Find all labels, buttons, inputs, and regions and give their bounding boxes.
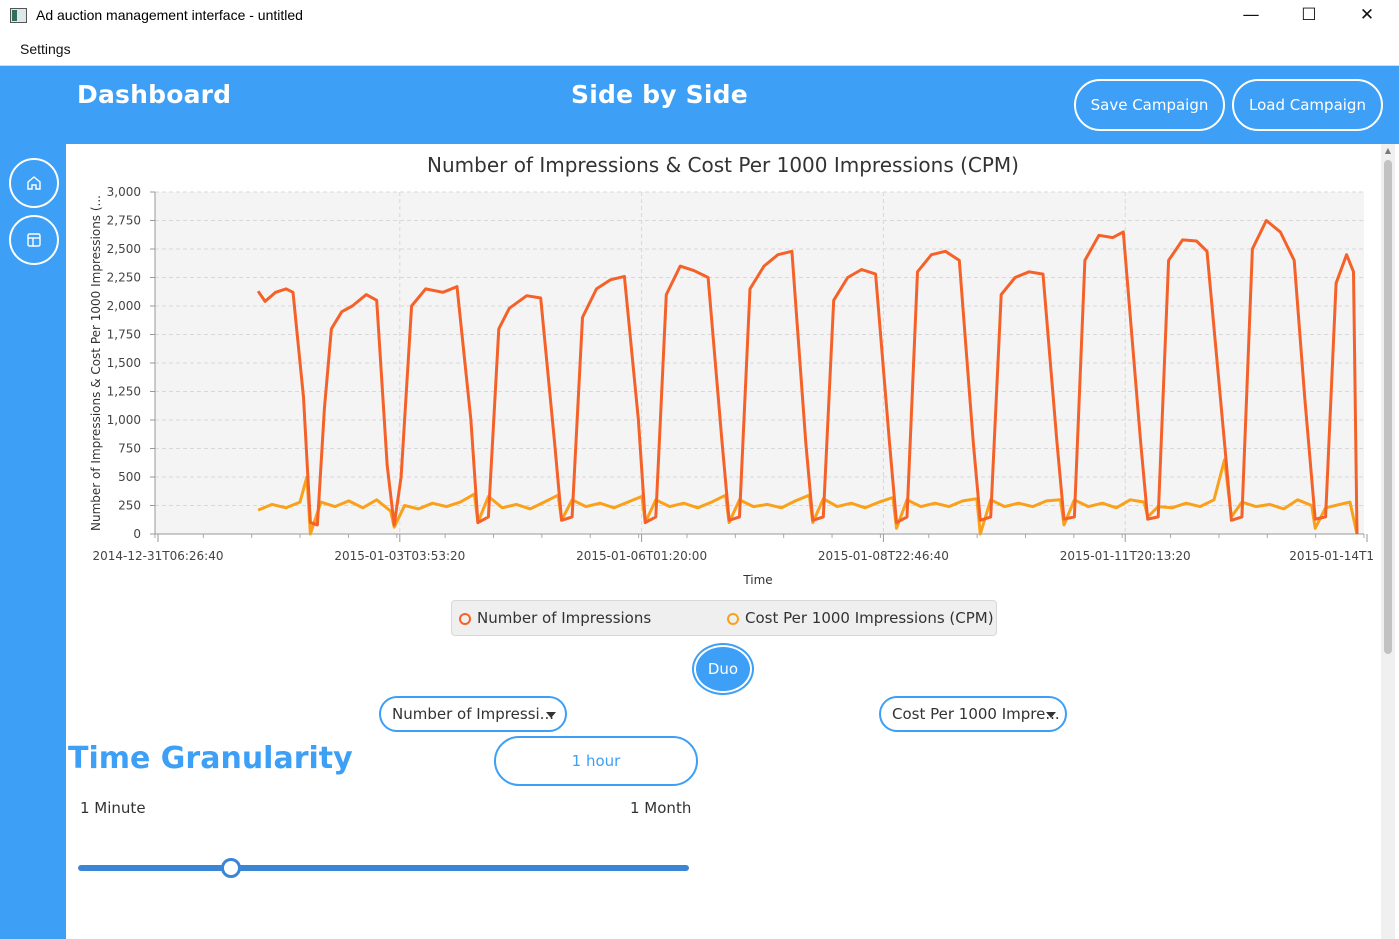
granularity-value-button[interactable]: 1 hour — [494, 736, 698, 786]
vertical-scrollbar[interactable]: ▲ — [1381, 144, 1395, 939]
impressions-cpm-chart: Number of Impressions & Cost Per 1000 Im… — [89, 153, 1374, 587]
x-tick-label: 2015-01-03T03:53:20 — [334, 549, 465, 563]
slider-max-label: 1 Month — [630, 799, 692, 817]
minimize-button[interactable]: — — [1222, 0, 1280, 32]
granularity-title: Time Granularity — [68, 741, 353, 776]
y-tick-label: 250 — [118, 499, 141, 513]
y-tick-label: 1,750 — [107, 328, 141, 342]
menu-bar: Settings — [0, 32, 1399, 66]
y-tick-label: 1,250 — [107, 385, 141, 399]
chevron-down-icon — [1046, 712, 1056, 718]
y-tick-label: 2,500 — [107, 242, 141, 256]
legend-cpm: Cost Per 1000 Impressions (CPM) — [745, 609, 994, 627]
load-campaign-button[interactable]: Load Campaign — [1232, 79, 1383, 131]
x-tick-label: 2015-01-06T01:20:00 — [576, 549, 707, 563]
legend-impressions: Number of Impressions — [477, 609, 652, 627]
y-tick-label: 2,250 — [107, 271, 141, 285]
dashboard-title: Dashboard — [77, 80, 232, 109]
x-tick-label: 2015-01-14T1 — [1289, 549, 1374, 563]
y-tick-label: 0 — [133, 527, 141, 541]
header-bar: Dashboard Side by Side Save Campaign Loa… — [0, 66, 1399, 144]
impressions-legend-icon — [459, 613, 471, 625]
menu-settings[interactable]: Settings — [20, 41, 71, 57]
y-axis-label: Number of Impressions & Cost Per 1000 Im… — [89, 195, 103, 531]
right-metric-dropdown[interactable]: Cost Per 1000 Impre... — [879, 696, 1067, 732]
layout-icon — [27, 233, 41, 247]
slider-min-label: 1 Minute — [80, 799, 146, 817]
cpm-legend-icon — [727, 613, 739, 625]
window-titlebar: Ad auction management interface - untitl… — [0, 0, 1399, 32]
layout-button[interactable] — [9, 215, 59, 265]
x-tick-label: 2014-12-31T06:26:40 — [93, 549, 224, 563]
save-campaign-button[interactable]: Save Campaign — [1074, 79, 1225, 131]
x-tick-label: 2015-01-08T22:46:40 — [818, 549, 949, 563]
close-button[interactable]: ✕ — [1338, 0, 1396, 32]
app-icon — [10, 8, 27, 23]
scroll-up-icon[interactable]: ▲ — [1381, 144, 1395, 158]
home-icon — [27, 176, 41, 190]
granularity-slider-track[interactable] — [78, 865, 689, 871]
y-tick-label: 2,000 — [107, 299, 141, 313]
y-tick-label: 3,000 — [107, 185, 141, 199]
y-tick-label: 500 — [118, 470, 141, 484]
right-metric-value: Cost Per 1000 Impre... — [892, 705, 1060, 723]
left-metric-dropdown[interactable]: Number of Impressi... — [379, 696, 567, 732]
sidebar — [0, 144, 66, 939]
y-tick-label: 2,750 — [107, 214, 141, 228]
y-tick-label: 1,500 — [107, 356, 141, 370]
maximize-button[interactable]: ☐ — [1280, 0, 1338, 32]
home-button[interactable] — [9, 158, 59, 208]
x-tick-label: 2015-01-11T20:13:20 — [1060, 549, 1191, 563]
y-tick-label: 1,000 — [107, 413, 141, 427]
chevron-down-icon — [546, 712, 556, 718]
y-tick-label: 750 — [118, 442, 141, 456]
scroll-thumb[interactable] — [1384, 160, 1392, 654]
chart-legend: Number of Impressions Cost Per 1000 Impr… — [451, 600, 997, 636]
duo-button[interactable]: Duo — [694, 645, 752, 693]
x-axis-label: Time — [742, 573, 772, 587]
chart-title: Number of Impressions & Cost Per 1000 Im… — [427, 153, 1019, 177]
left-metric-value: Number of Impressi... — [392, 705, 554, 723]
granularity-slider-thumb[interactable] — [220, 858, 241, 878]
view-title: Side by Side — [571, 80, 748, 109]
window-title: Ad auction management interface - untitl… — [36, 7, 303, 23]
